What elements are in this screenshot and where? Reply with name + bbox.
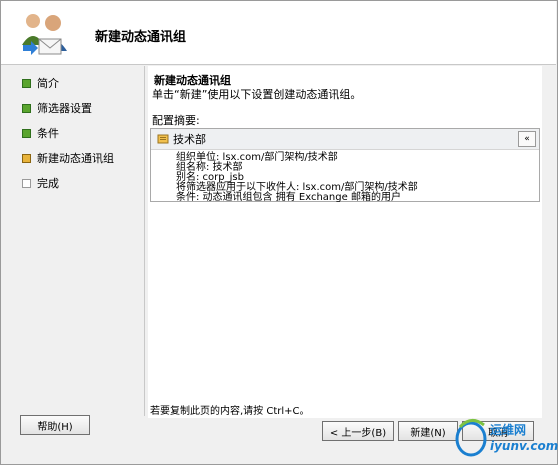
step-label: 简介 [37, 77, 59, 90]
step-label: 筛选器设置 [37, 102, 92, 115]
step-done-icon [22, 128, 31, 138]
step-done-icon [22, 103, 31, 113]
step-pending-icon [22, 178, 31, 188]
step-intro[interactable]: 简介 [22, 74, 142, 92]
summary-line: 条件: 动态通讯组包含 拥有 Exchange 邮箱的用户 [176, 192, 401, 203]
summary-name: 技术部 [173, 133, 206, 146]
step-conditions[interactable]: 条件 [22, 124, 142, 142]
step-new-dynamic-group[interactable]: 新建动态通讯组 [22, 149, 142, 167]
step-label: 条件 [37, 127, 59, 140]
new-button[interactable]: 新建(N) [398, 421, 458, 441]
step-label: 新建动态通讯组 [37, 152, 114, 165]
help-button[interactable]: 帮助(H) [20, 415, 90, 435]
summary-details: 组织单位: lsx.com/部门架构/技术部 组名称: 技术部 别名: corp… [151, 150, 539, 203]
step-label: 完成 [37, 177, 59, 190]
copy-hint: 若要复制此页的内容,请按 Ctrl+C。 [150, 406, 310, 417]
step-current-icon [22, 153, 31, 163]
watermark-logo-icon [455, 419, 487, 457]
header-divider [1, 64, 556, 65]
wizard-title: 新建动态通讯组 [95, 30, 187, 45]
summary-label: 配置摘要: [152, 114, 200, 127]
watermark: 运维网 iyunv.com [452, 413, 558, 461]
page-description: 单击“新建”使用以下设置创建动态通讯组。 [152, 88, 362, 101]
users-mail-icon [22, 14, 67, 55]
wizard-header: 新建动态通讯组 [1, 1, 556, 64]
configuration-summary[interactable]: 技术部 « 组织单位: lsx.com/部门架构/技术部 组名称: 技术部 别名… [150, 128, 540, 203]
step-finish[interactable]: 完成 [22, 174, 142, 192]
watermark-url: iyunv.com [490, 439, 558, 453]
back-button[interactable]: < 上一步(B) [322, 421, 394, 441]
nav-divider [144, 66, 145, 416]
wizard-content: 新建动态通讯组 单击“新建”使用以下设置创建动态通讯组。 配置摘要: 技术部 «… [148, 66, 542, 418]
watermark-text: 运维网 [490, 423, 527, 437]
collapse-icon[interactable]: « [518, 131, 536, 147]
group-icon [157, 134, 169, 144]
wizard-steps: 简介 筛选器设置 条件 新建动态通讯组 完成 [22, 74, 142, 199]
summary-header[interactable]: 技术部 « [151, 129, 539, 150]
step-done-icon [22, 78, 31, 88]
step-filter-settings[interactable]: 筛选器设置 [22, 99, 142, 117]
